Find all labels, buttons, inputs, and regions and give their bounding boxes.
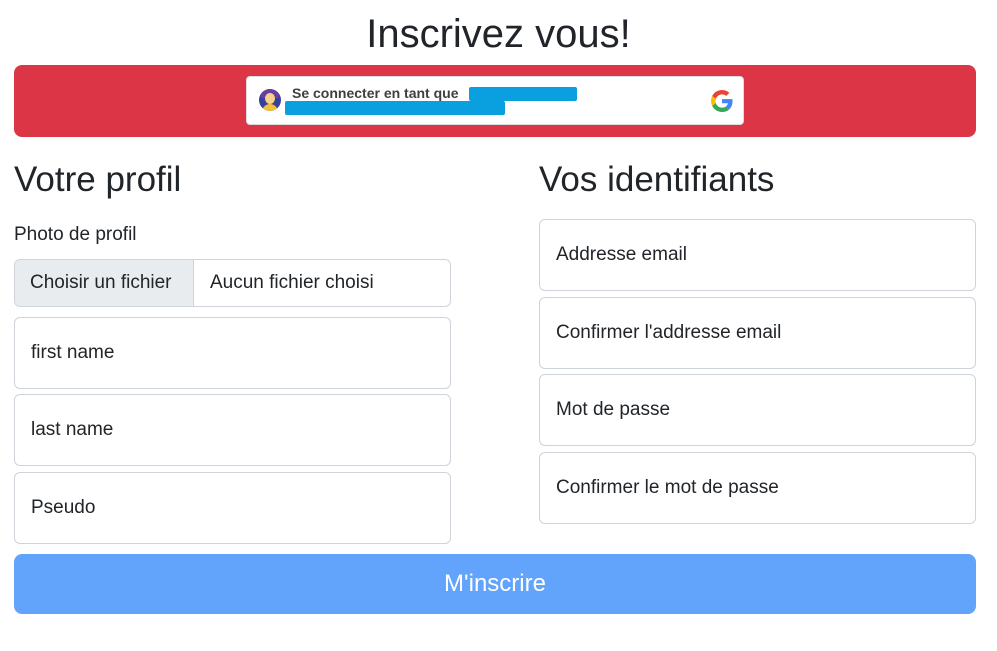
last-name-placeholder: last name bbox=[31, 419, 114, 440]
confirm-password-placeholder: Confirmer le mot de passe bbox=[556, 477, 779, 498]
email-field[interactable]: Addresse email bbox=[539, 219, 976, 291]
confirm-email-field[interactable]: Confirmer l'addresse email bbox=[539, 297, 976, 369]
google-g-icon bbox=[711, 90, 733, 112]
email-placeholder: Addresse email bbox=[556, 244, 687, 265]
redacted-email bbox=[285, 101, 505, 115]
pseudo-field[interactable]: Pseudo bbox=[14, 472, 451, 544]
redacted-name bbox=[469, 87, 577, 101]
credentials-heading: Vos identifiants bbox=[539, 160, 775, 199]
google-signin-banner: Se connecter en tant que bbox=[14, 65, 976, 137]
password-field[interactable]: Mot de passe bbox=[539, 374, 976, 446]
confirm-email-placeholder: Confirmer l'addresse email bbox=[556, 322, 782, 343]
first-name-placeholder: first name bbox=[31, 342, 115, 363]
last-name-field[interactable]: last name bbox=[14, 394, 451, 466]
choose-file-button[interactable]: Choisir un fichier bbox=[15, 260, 194, 306]
register-button[interactable]: M'inscrire bbox=[14, 554, 976, 614]
pseudo-placeholder: Pseudo bbox=[31, 497, 96, 518]
photo-label: Photo de profil bbox=[14, 224, 137, 245]
password-placeholder: Mot de passe bbox=[556, 399, 671, 420]
google-signin-button[interactable]: Se connecter en tant que bbox=[246, 76, 744, 125]
photo-file-input[interactable]: Choisir un fichier Aucun fichier choisi bbox=[14, 259, 451, 307]
file-status: Aucun fichier choisi bbox=[210, 272, 374, 293]
page-title: Inscrivez vous! bbox=[366, 12, 631, 56]
first-name-field[interactable]: first name bbox=[14, 317, 451, 389]
confirm-password-field[interactable]: Confirmer le mot de passe bbox=[539, 452, 976, 524]
google-signin-text: Se connecter en tant que bbox=[292, 85, 459, 101]
profile-heading: Votre profil bbox=[14, 160, 182, 199]
avatar bbox=[259, 89, 281, 111]
